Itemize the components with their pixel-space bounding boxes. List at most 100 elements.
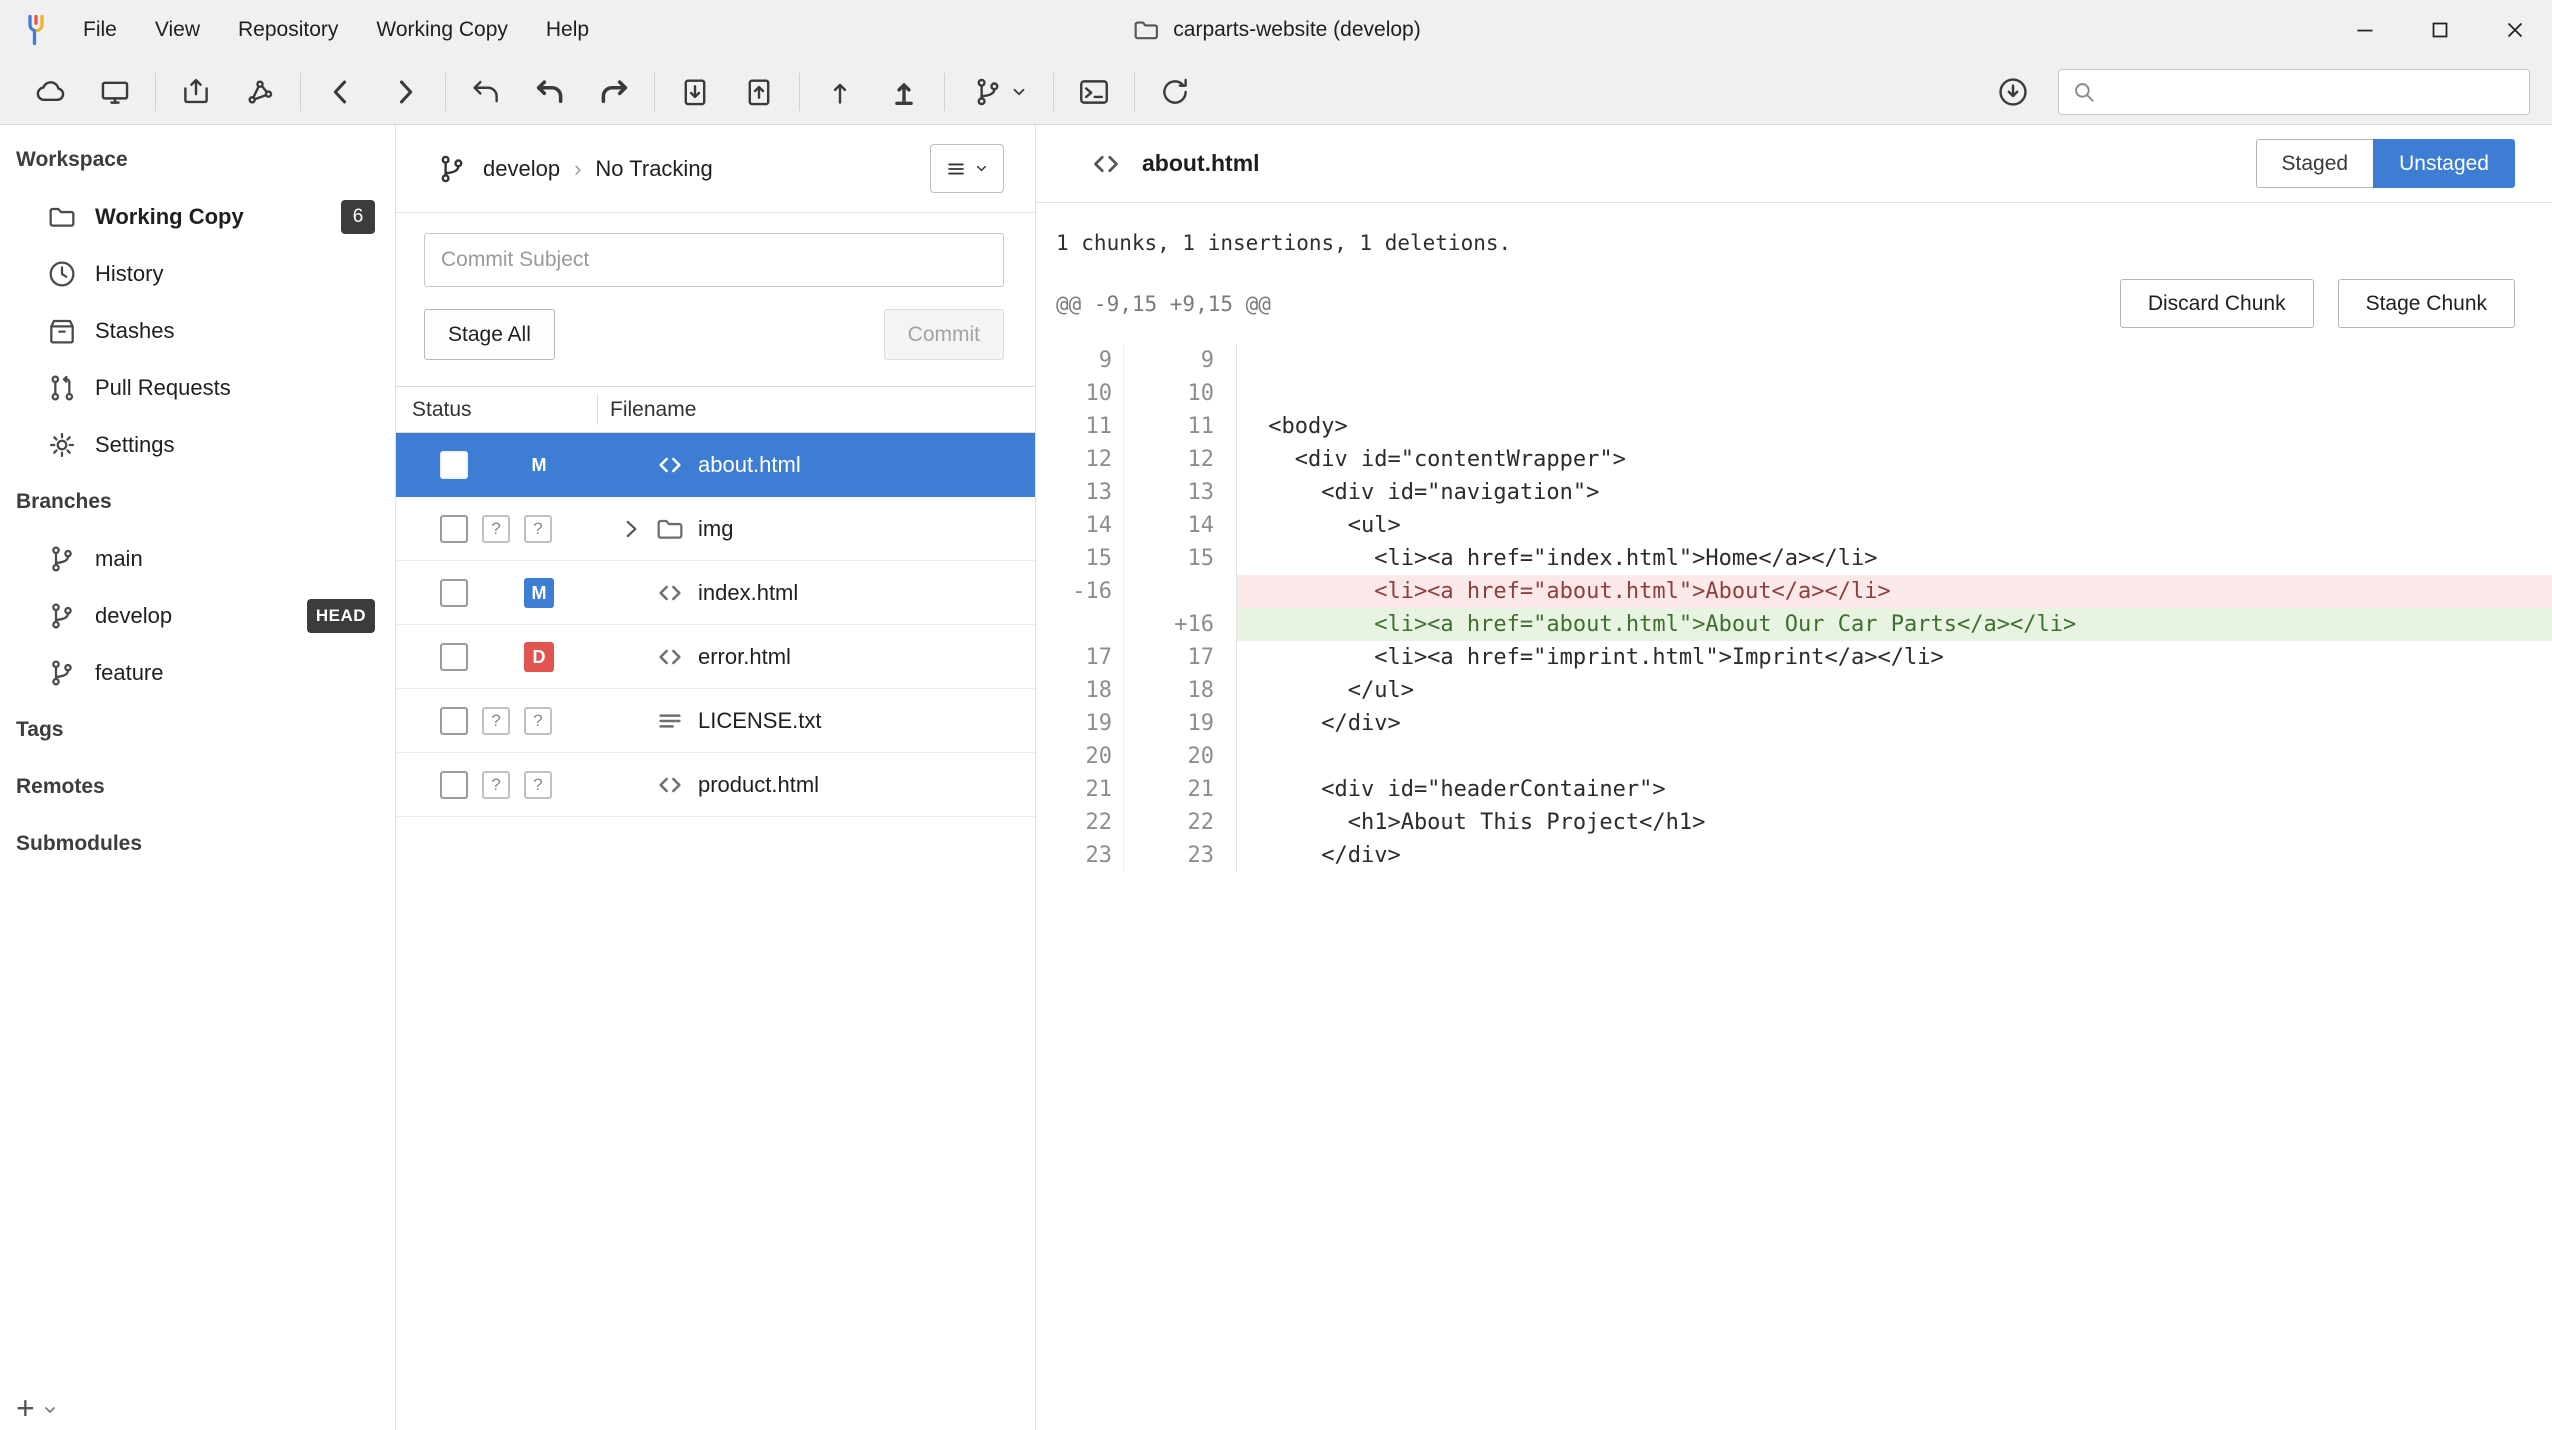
stage-chunk-button[interactable]: Stage Chunk: [2338, 279, 2515, 328]
file-checkbox[interactable]: [440, 643, 468, 671]
staged-tab[interactable]: Staged: [2256, 139, 2374, 188]
add-menu-chevron-icon[interactable]: [42, 1402, 58, 1418]
menu-working-copy[interactable]: Working Copy: [357, 0, 527, 60]
section-tags[interactable]: Tags: [0, 701, 395, 758]
sidebar-item-pull-requests[interactable]: Pull Requests: [0, 359, 395, 416]
branch-menu-button[interactable]: [956, 65, 1042, 119]
file-checkbox[interactable]: [440, 771, 468, 799]
menu-file[interactable]: File: [64, 0, 136, 60]
sidebar-item-stashes[interactable]: Stashes: [0, 302, 395, 359]
section-submodules[interactable]: Submodules: [0, 815, 395, 872]
checkout-arrow-button[interactable]: [457, 65, 515, 119]
commit-panel: develop › No Tracking Stage All Commit: [396, 125, 1036, 1430]
menu-help[interactable]: Help: [527, 0, 608, 60]
terminal-button[interactable]: [1065, 65, 1123, 119]
upload-button[interactable]: [811, 65, 869, 119]
expand-chevron-icon[interactable]: [618, 516, 644, 542]
file-checkbox[interactable]: [440, 451, 468, 479]
upload-alt-icon: [887, 75, 921, 109]
sidebar-item-history[interactable]: History: [0, 245, 395, 302]
sidebar-item-working-copy[interactable]: Working Copy6: [0, 188, 395, 245]
graph-button[interactable]: [231, 65, 289, 119]
old-line-number: 23: [1036, 839, 1124, 872]
refresh-button[interactable]: [1146, 65, 1204, 119]
code-icon: [654, 769, 686, 801]
tracking-label: No Tracking: [595, 156, 712, 182]
maximize-button[interactable]: [2402, 0, 2477, 60]
forward-button[interactable]: [376, 65, 434, 119]
back-button[interactable]: [312, 65, 370, 119]
toolbar-group: [167, 65, 289, 119]
diff-line: 1919 </div>: [1036, 707, 2552, 740]
stash-icon: [678, 75, 712, 109]
clock-icon: [46, 258, 78, 290]
commit-button[interactable]: Commit: [884, 309, 1004, 360]
branch-icon: [46, 543, 78, 575]
diff-header: about.html Staged Unstaged: [1036, 125, 2552, 203]
new-line-number: 9: [1124, 344, 1236, 377]
file-row-error-html[interactable]: Derror.html: [396, 625, 1035, 689]
status-badge-deleted: D: [524, 642, 554, 672]
unstaged-tab[interactable]: Unstaged: [2373, 139, 2515, 188]
file-row-about-html[interactable]: Mabout.html: [396, 433, 1035, 497]
diff-line: 1313 <div id="navigation">: [1036, 476, 2552, 509]
diff-lines: 9910101111 <body>1212 <div id="contentWr…: [1036, 344, 2552, 1430]
old-line-number: 9: [1036, 344, 1124, 377]
file-row-index-html[interactable]: Mindex.html: [396, 561, 1035, 625]
code-line-text: <h1>About This Project</h1>: [1236, 806, 2552, 839]
section-remotes[interactable]: Remotes: [0, 758, 395, 815]
stage-all-button[interactable]: Stage All: [424, 309, 555, 360]
redo-icon: [597, 75, 631, 109]
new-line-number: 13: [1124, 476, 1236, 509]
pull-request-icon: [46, 372, 78, 404]
code-line-text: <div id="contentWrapper">: [1236, 443, 2552, 476]
terminal-icon: [1077, 75, 1111, 109]
redo-button[interactable]: [585, 65, 643, 119]
file-row-product-html[interactable]: ??product.html: [396, 753, 1035, 817]
close-button[interactable]: [2477, 0, 2552, 60]
column-status: Status: [396, 398, 597, 422]
file-checkbox[interactable]: [440, 579, 468, 607]
file-checkbox[interactable]: [440, 515, 468, 543]
commit-subject-input[interactable]: [424, 233, 1004, 287]
sidebar-item-develop[interactable]: developHEAD: [0, 587, 395, 644]
new-line-number: 14: [1124, 509, 1236, 542]
undo-button[interactable]: [521, 65, 579, 119]
old-line-number: 14: [1036, 509, 1124, 542]
search-input[interactable]: [2107, 70, 2517, 114]
box-arrow-button[interactable]: [167, 65, 225, 119]
chunk-row: @@ -9,15 +9,15 @@ Discard Chunk Stage Ch…: [1056, 279, 2515, 328]
code-line-text: <body>: [1236, 410, 2552, 443]
menu-view[interactable]: View: [136, 0, 219, 60]
minimize-button[interactable]: [2327, 0, 2402, 60]
folder-icon: [1131, 15, 1161, 45]
branch-icon: [46, 657, 78, 689]
cloud-button[interactable]: [22, 65, 80, 119]
unstash-button[interactable]: [730, 65, 788, 119]
file-row-license-txt[interactable]: ??LICENSE.txt: [396, 689, 1035, 753]
list-options-button[interactable]: [930, 144, 1004, 193]
section-branches[interactable]: Branches: [0, 473, 395, 530]
toolbar-separator: [445, 73, 446, 111]
menu-repository[interactable]: Repository: [219, 0, 357, 60]
file-row-img[interactable]: ??img: [396, 497, 1035, 561]
titlebar: FileViewRepositoryWorking CopyHelp carpa…: [0, 0, 2552, 60]
toolbar-group: [956, 65, 1042, 119]
search-box: [2058, 69, 2530, 115]
workspace-list: Working Copy6HistoryStashesPull Requests…: [0, 188, 395, 473]
count-badge: 6: [341, 200, 375, 234]
toolbar-separator: [654, 73, 655, 111]
upload-alt-button[interactable]: [875, 65, 933, 119]
add-repository-button[interactable]: +: [16, 1394, 35, 1422]
computer-button[interactable]: [86, 65, 144, 119]
code-icon: [654, 449, 686, 481]
sidebar-item-settings[interactable]: Settings: [0, 416, 395, 473]
sidebar-item-main[interactable]: main: [0, 530, 395, 587]
stash-button[interactable]: [666, 65, 724, 119]
diff-line: 2222 <h1>About This Project</h1>: [1036, 806, 2552, 839]
discard-chunk-button[interactable]: Discard Chunk: [2120, 279, 2314, 328]
download-button[interactable]: [1984, 65, 2042, 119]
sidebar-item-feature[interactable]: feature: [0, 644, 395, 701]
file-checkbox[interactable]: [440, 707, 468, 735]
file-name: error.html: [698, 625, 791, 689]
